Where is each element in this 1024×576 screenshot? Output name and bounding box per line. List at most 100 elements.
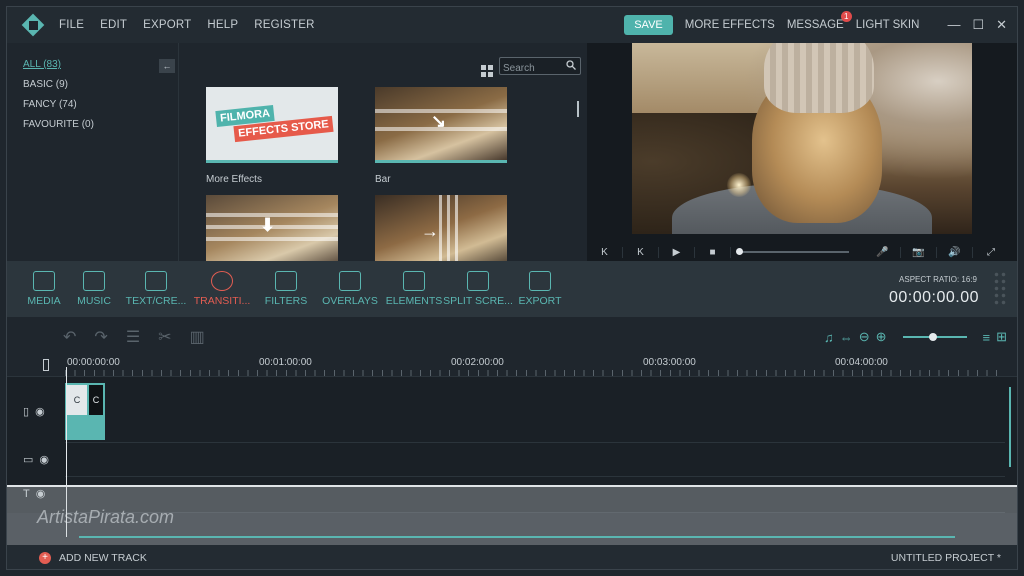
redo-icon[interactable]: ↷ [94,327,107,347]
timeline-ruler[interactable]: 00:00:00:00 00:01:00:00 00:02:00:00 00:0… [7,355,1017,377]
timecode-display: 00:00:00.00 [888,289,979,306]
add-track-label: ADD NEW TRACK [59,552,147,564]
more-effects-link[interactable]: MORE EFFECTS [685,19,775,31]
adjust-icon[interactable]: ☰ [126,327,140,347]
tool-export[interactable]: EXPORT [505,271,575,307]
ruler-time: 00:01:00:00 [259,357,312,368]
clip-frame: C [89,385,103,415]
tool-transitions[interactable]: TRANSITI... [187,271,257,307]
selection-bar [206,160,338,163]
playback-controls: K K ▶ ■ 🎤 📷 🔊 ⤢ [587,242,1017,262]
ruler-time: 00:03:00:00 [643,357,696,368]
effect-arrow-icon: → [421,221,439,241]
slider-knob[interactable] [736,248,743,255]
overlay-icon [339,271,361,291]
fullscreen-icon[interactable]: ⤢ [973,247,1009,258]
tool-label: TRANSITI... [193,295,251,307]
grid-view-icon[interactable] [481,65,493,77]
list-view-icon[interactable]: ≡ [983,330,991,345]
window-controls: — ☐ ✕ [947,17,1007,33]
minimize-icon[interactable]: — [947,17,960,33]
tool-music[interactable]: MUSIC [59,271,129,307]
tool-label: OVERLAYS [322,295,378,307]
aspect-ratio-label: ASPECT RATIO: 16:9 [899,275,977,284]
video-track-header: ▯ ◉ [23,405,45,418]
effect-thumbnail[interactable]: ⬇ [206,195,338,261]
zoom-out-icon[interactable]: ⊖ [859,329,870,345]
menu-register[interactable]: REGISTER [254,19,314,31]
effects-store-thumbnail[interactable]: FILMORA EFFECTS STORE [206,87,338,163]
volume-icon[interactable]: 🔊 [937,246,973,258]
menu-help[interactable]: HELP [207,19,238,31]
grid-layout-icon[interactable]: ⊞ [996,329,1007,345]
snapshot-camera-icon[interactable]: 📷 [901,246,937,258]
category-fancy[interactable]: FANCY (74) [23,99,178,110]
video-clip[interactable]: C C [65,383,105,440]
search-icon[interactable] [566,60,576,70]
fit-timeline-icon[interactable]: ⇔ [840,330,853,345]
eye-icon[interactable]: ◉ [35,405,45,418]
eye-icon[interactable]: ◉ [39,453,49,466]
menu-export[interactable]: EXPORT [143,19,191,31]
menu-file[interactable]: FILE [59,19,84,31]
category-panel: ALL (83) BASIC (9) FANCY (74) FAVOURITE … [7,43,179,261]
title-bar-actions: SAVE MORE EFFECTS MESSAGE 1 LIGHT SKIN —… [624,7,1007,43]
drag-handle-dots[interactable] [993,271,1007,307]
message-link[interactable]: MESSAGE 1 [786,11,852,31]
library-scrollbar[interactable] [577,101,579,117]
zoom-slider-knob[interactable] [928,333,937,341]
tool-split-screen[interactable]: SPLIT SCRE... [443,271,513,307]
zoom-in-icon[interactable]: ⊕ [876,329,887,345]
category-basic[interactable]: BASIC (9) [23,79,178,90]
ruler-time: 00:00:00:00 [67,357,120,368]
tool-elements[interactable]: ELEMENTS [379,271,449,307]
export-icon [529,271,551,291]
timeline-vertical-scrollbar[interactable] [1009,387,1011,467]
edit-tools: ↶ ↷ ☰ ✂ ▥ [63,327,205,347]
category-list: ALL (83) BASIC (9) FANCY (74) FAVOURITE … [7,43,178,130]
audio-mixer-icon[interactable]: ♫ [824,330,834,345]
tool-text-credits[interactable]: TEXT/CRE... [121,271,191,307]
timeline-horizontal-scrollbar[interactable] [79,536,955,538]
playback-slider[interactable] [736,248,849,255]
project-name: UNTITLED PROJECT * [890,552,1001,564]
bar-effect-thumbnail[interactable]: ↘ [375,87,507,163]
tool-label: SPLIT SCRE... [443,295,513,307]
folder-icon [33,271,55,291]
zoom-slider[interactable] [902,333,967,341]
tool-label: EXPORT [518,295,562,307]
selection-bar [375,160,507,163]
main-toolbar: MEDIA MUSIC TEXT/CRE... TRANSITI... FILT… [7,261,1017,317]
category-favourite[interactable]: FAVOURITE (0) [23,119,178,130]
add-new-track-button[interactable]: + ADD NEW TRACK [39,552,147,564]
cut-scissors-icon[interactable]: ✂ [158,327,171,347]
tool-label: FILTERS [264,295,308,307]
step-back-icon[interactable]: K [623,246,659,258]
light-skin-link[interactable]: LIGHT SKIN [856,19,920,31]
microphone-icon[interactable]: 🎤 [865,246,901,258]
video-track[interactable] [65,377,1005,443]
overlay-track[interactable] [65,443,1005,477]
overlay-track-header: ▭ ◉ [23,453,49,466]
transition-icon [211,271,233,291]
menu-edit[interactable]: EDIT [100,19,127,31]
preview-panel: K K ▶ ■ 🎤 📷 🔊 ⤢ [587,43,1017,262]
snap-marker-icon[interactable] [43,359,49,371]
go-to-start-icon[interactable]: K [587,246,623,258]
maximize-icon[interactable]: ☐ [972,17,984,33]
undo-icon[interactable]: ↶ [63,327,76,347]
play-icon[interactable]: ▶ [659,246,695,258]
save-button[interactable]: SAVE [624,15,673,35]
collapse-panel-arrow-icon[interactable]: ← [159,59,175,73]
message-count-badge: 1 [840,11,852,22]
tool-overlays[interactable]: OVERLAYS [315,271,385,307]
stop-icon[interactable]: ■ [695,246,731,258]
effect-thumbnail[interactable]: → [375,195,507,261]
delete-trash-icon[interactable]: ▥ [190,327,205,347]
search-input[interactable] [500,60,564,77]
category-all[interactable]: ALL (83) [23,59,178,70]
close-icon[interactable]: ✕ [996,17,1007,33]
text-icon [145,271,167,291]
message-label: MESSAGE [786,19,844,31]
tool-filters[interactable]: FILTERS [251,271,321,307]
